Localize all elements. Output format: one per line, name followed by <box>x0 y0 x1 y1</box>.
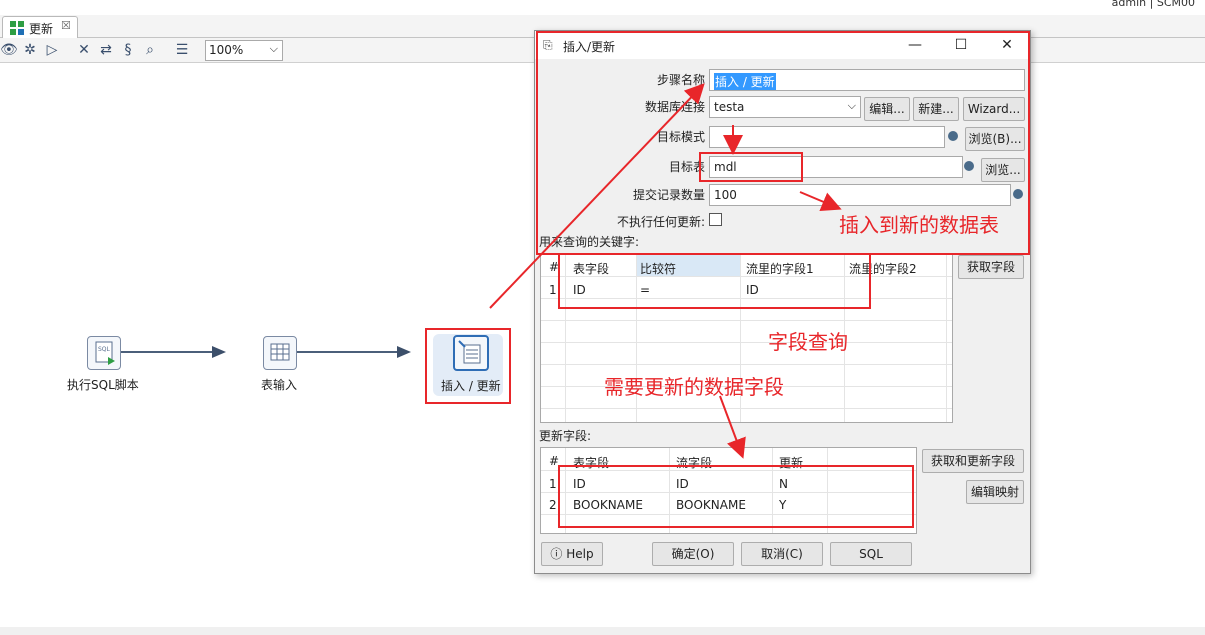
annotation-insert-note: 插入到新的数据表 <box>839 213 999 237</box>
annotation-query-note: 字段查询 <box>768 330 848 354</box>
annotation-arrows <box>489 83 842 459</box>
annotation-update-note: 需要更新的数据字段 <box>604 375 784 399</box>
